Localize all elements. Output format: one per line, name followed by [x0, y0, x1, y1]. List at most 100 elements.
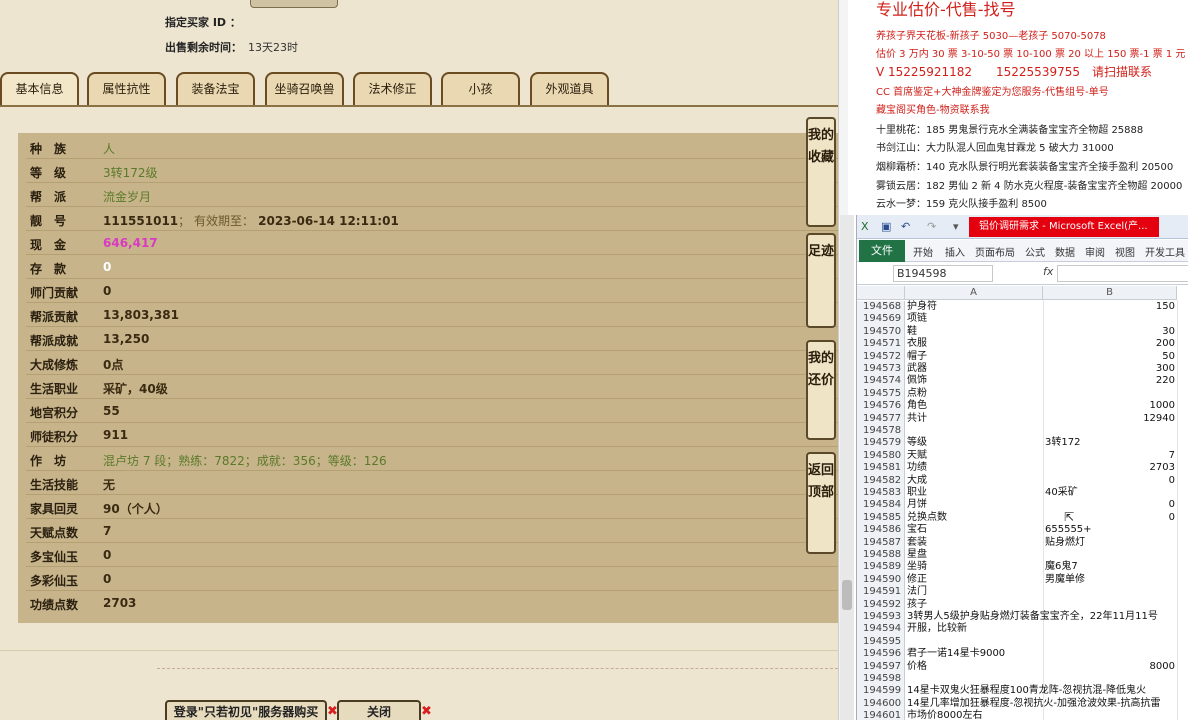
cell-b[interactable]: 男魔单修 [1045, 574, 1175, 586]
cell-a[interactable]: 星盘 [907, 549, 1043, 561]
cell-a[interactable]: 市场价8000左右 [907, 710, 982, 720]
row-number[interactable]: 194574 [857, 375, 905, 388]
row-number[interactable]: 194575 [857, 387, 905, 401]
sheet-row[interactable]: 194598 [857, 673, 1188, 686]
login-purchase-button[interactable]: 登录"只若初见"服务器购买 [165, 700, 327, 720]
cell-a[interactable]: 宝石 [907, 524, 1043, 536]
sheet-row[interactable]: 194600 14星几率增加狂暴程度-忽视抗火-加强沧波效果-抗高抗雷 [857, 697, 1188, 711]
row-number[interactable]: 194600 [857, 697, 905, 711]
row-number[interactable]: 194580 [857, 449, 905, 463]
row-number[interactable]: 194596 [857, 648, 905, 661]
name-box[interactable]: B194598 [893, 265, 993, 282]
sheet-row[interactable]: 194575 点粉 [857, 387, 1188, 401]
cell-a[interactable]: 点粉 [907, 388, 1043, 400]
row-number[interactable]: 194571 [857, 338, 905, 351]
sheet-row[interactable]: 194588 星盘 [857, 549, 1188, 562]
row-number[interactable]: 194588 [857, 549, 905, 562]
column-header-a[interactable]: A [905, 286, 1043, 300]
sheet-row[interactable]: 194596 君子一诺14星卡9000 [857, 648, 1188, 661]
cell-a[interactable]: 帽子 [907, 351, 1043, 363]
row-number[interactable]: 194586 [857, 524, 905, 537]
sheet-row[interactable]: 194592 孩子 [857, 598, 1188, 612]
row-number[interactable]: 194595 [857, 635, 905, 649]
cell-a[interactable]: 角色 [907, 400, 1043, 412]
sheet-row[interactable]: 194591 法门 [857, 586, 1188, 599]
row-number[interactable]: 194568 [857, 301, 905, 314]
sheet-row[interactable]: 194576 角色 1000 [857, 400, 1188, 413]
cell-a[interactable]: 功绩 [907, 462, 1043, 474]
row-number[interactable]: 194598 [857, 673, 905, 686]
cell-b[interactable]: 300 [1045, 363, 1175, 375]
sheet-row[interactable]: 194568 护身符 150 [857, 301, 1188, 314]
cell-a[interactable]: 等级 [907, 437, 1043, 449]
cell-b[interactable]: 魔6鬼7 [1045, 561, 1175, 573]
cell-a[interactable]: 14星几率增加狂暴程度-忽视抗火-加强沧波效果-抗高抗雷 [907, 698, 1161, 710]
row-number[interactable]: 194599 [857, 685, 905, 698]
cell-b[interactable]: 1000 [1045, 400, 1175, 412]
cell-a[interactable]: 职业 [907, 487, 1043, 499]
sheet-row[interactable]: 194573 武器 300 [857, 363, 1188, 376]
cell-a[interactable]: 3转男人5级护身贴身燃灯装备宝宝齐全，22年11月11号 [907, 611, 1158, 623]
undo-icon[interactable]: ↶ [901, 220, 915, 234]
tab-children[interactable]: 小孩 [441, 72, 520, 106]
row-number[interactable]: 194593 [857, 611, 905, 624]
cell-b[interactable]: 220 [1045, 375, 1175, 387]
sheet-row[interactable]: 194577 共计 12940 [857, 412, 1188, 426]
row-number[interactable]: 194573 [857, 363, 905, 376]
fx-icon[interactable]: fx [1043, 265, 1053, 278]
row-number[interactable]: 194590 [857, 573, 905, 587]
sheet-row[interactable]: 194589 坐骑 魔6鬼7 [857, 561, 1188, 574]
save-icon[interactable]: ▣ [881, 220, 895, 234]
sheet-row[interactable]: 194585 兑换点数 0 [857, 511, 1188, 525]
tab-developer[interactable]: 开发工具 [1145, 244, 1185, 259]
select-all-corner[interactable] [857, 286, 905, 300]
footprint-button[interactable]: 足迹 [806, 233, 836, 328]
row-number[interactable]: 194576 [857, 400, 905, 413]
cell-a[interactable]: 共计 [907, 413, 1043, 425]
sheet-row[interactable]: 194587 套装 贴身燃灯 [857, 536, 1188, 550]
close-button[interactable]: 关闭 [337, 700, 421, 720]
tab-mounts-pets[interactable]: 坐骑召唤兽 [265, 72, 344, 106]
cell-a[interactable]: 兑换点数 [907, 512, 1043, 524]
row-number[interactable]: 194577 [857, 412, 905, 426]
tab-formulas[interactable]: 公式 [1025, 244, 1045, 259]
cell-b[interactable]: 0 [1045, 475, 1175, 487]
row-number[interactable]: 194579 [857, 437, 905, 450]
row-number[interactable]: 194570 [857, 325, 905, 339]
cell-a[interactable]: 套装 [907, 537, 1043, 549]
sheet-row[interactable]: 194590 修正 男魔单修 [857, 573, 1188, 587]
sheet-row[interactable]: 194599 14星卡双鬼火狂暴程度100青龙阵-忽视抗混-降低鬼火 [857, 685, 1188, 698]
my-counteroffer-button[interactable]: 我的还价 [806, 340, 836, 440]
row-number[interactable]: 194585 [857, 511, 905, 525]
sheet-row[interactable]: 194578 [857, 425, 1188, 438]
tab-page-layout[interactable]: 页面布局 [975, 244, 1015, 259]
sheet-row[interactable]: 194574 佩饰 220 [857, 375, 1188, 388]
sheet-row[interactable]: 194570 鞋 30 [857, 325, 1188, 339]
cell-a[interactable]: 孩子 [907, 599, 1043, 611]
scrollbar[interactable] [840, 215, 854, 720]
cell-a[interactable]: 14星卡双鬼火狂暴程度100青龙阵-忽视抗混-降低鬼火 [907, 685, 1146, 697]
row-number[interactable]: 194589 [857, 561, 905, 574]
sheet-row[interactable]: 194595 [857, 635, 1188, 649]
row-number[interactable]: 194601 [857, 710, 905, 720]
tab-data[interactable]: 数据 [1055, 244, 1075, 259]
tab-equipment[interactable]: 装备法宝 [176, 72, 255, 106]
sheet-row[interactable]: 194572 帽子 50 [857, 350, 1188, 364]
cell-a[interactable]: 坐骑 [907, 561, 1043, 573]
cell-b[interactable]: 30 [1045, 326, 1175, 338]
cell-a[interactable]: 衣服 [907, 338, 1043, 350]
row-number[interactable]: 194581 [857, 462, 905, 475]
cell-a[interactable]: 开服，比较新 [907, 623, 967, 635]
sheet-row[interactable]: 194569 项链 [857, 313, 1188, 326]
tab-file[interactable]: 文件 [859, 240, 905, 262]
row-number[interactable]: 194594 [857, 623, 905, 636]
tab-basic-info[interactable]: 基本信息 [0, 72, 79, 107]
sheet-row[interactable]: 194582 大成 0 [857, 474, 1188, 488]
row-number[interactable]: 194592 [857, 598, 905, 612]
cell-a[interactable]: 法门 [907, 586, 1043, 598]
cell-a[interactable]: 修正 [907, 574, 1043, 586]
scrollbar-thumb[interactable] [842, 580, 852, 610]
row-number[interactable]: 194591 [857, 586, 905, 599]
cell-b[interactable]: 150 [1045, 301, 1175, 313]
cell-a[interactable]: 武器 [907, 363, 1043, 375]
